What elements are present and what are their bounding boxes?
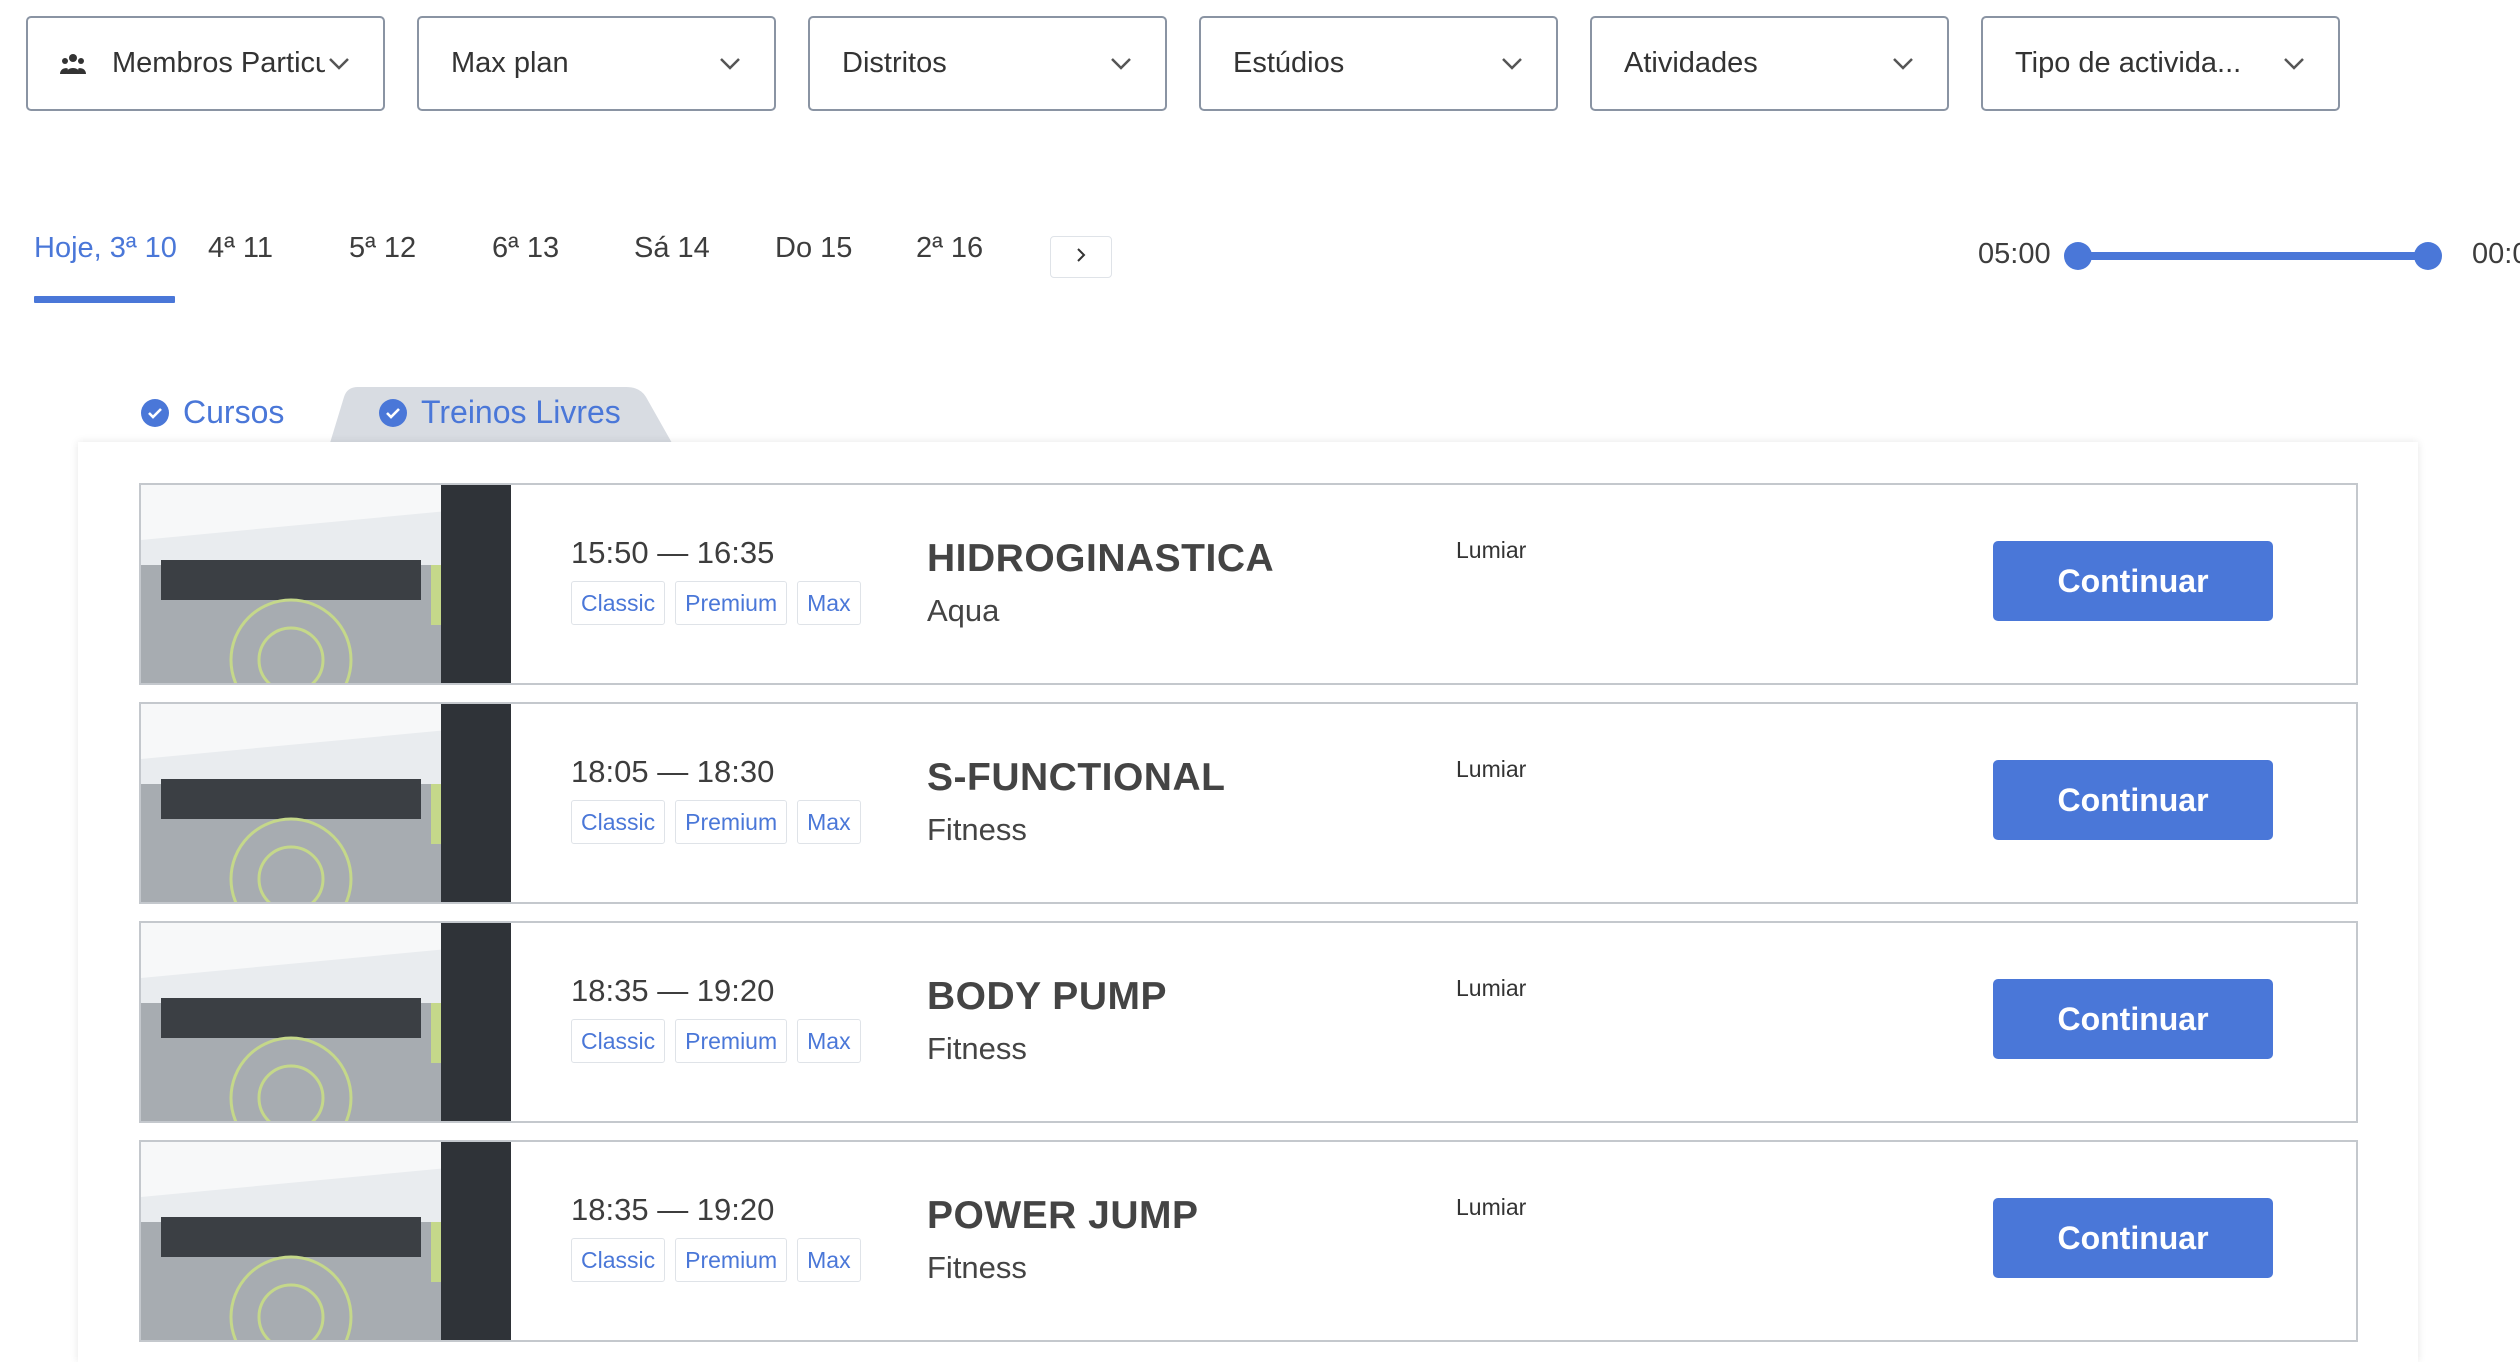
plan-badge-premium: Premium <box>675 800 788 844</box>
chevron-down-icon <box>325 57 353 71</box>
range-end-label: 00:00 <box>2472 238 2520 270</box>
filter-label: Membros Particula... <box>112 47 325 79</box>
tab-treinos-livres[interactable]: Treinos Livres <box>379 394 621 431</box>
day-tab[interactable]: 4ª 11 <box>208 232 273 265</box>
group-icon <box>60 53 94 75</box>
class-location: Lumiar <box>1456 1194 1527 1220</box>
class-time: 18:35 — 19:20 <box>571 1192 775 1227</box>
tab-label: Cursos <box>183 394 285 430</box>
continue-button[interactable]: Continuar <box>1993 760 2273 840</box>
time-range-slider: 05:00 00:00 <box>1978 232 2520 282</box>
plan-badge-premium: Premium <box>675 581 788 625</box>
class-name: BODY PUMP <box>927 975 1167 1018</box>
continue-button[interactable]: Continuar <box>1993 541 2273 621</box>
class-time: 18:05 — 18:30 <box>571 754 775 789</box>
plan-badges: Classic Premium Max <box>571 1019 861 1063</box>
check-circle-icon <box>141 398 169 427</box>
plan-badges: Classic Premium Max <box>571 800 861 844</box>
chevron-down-icon <box>1498 57 1526 71</box>
chevron-down-icon <box>1107 57 1135 71</box>
plan-badge-max: Max <box>797 581 861 625</box>
class-category: Aqua <box>927 593 1000 628</box>
filter-label: Tipo de activida... <box>2015 47 2242 79</box>
day-tab[interactable]: 5ª 12 <box>349 232 416 265</box>
filter-bar: Membros Particula... Max plan Distritos … <box>26 16 2340 111</box>
next-days-button[interactable] <box>1050 236 1112 278</box>
class-location: Lumiar <box>1456 975 1527 1001</box>
plan-badge-max: Max <box>797 1019 861 1063</box>
class-category: Fitness <box>927 1250 1027 1285</box>
day-tab-today[interactable]: Hoje, 3ª 10 <box>34 232 177 265</box>
class-time: 15:50 — 16:35 <box>571 535 775 570</box>
class-location: Lumiar <box>1456 756 1527 782</box>
filter-label: Atividades <box>1624 47 1758 79</box>
plan-badge-max: Max <box>797 1238 861 1282</box>
filter-label: Distritos <box>842 47 947 79</box>
plan-badge-premium: Premium <box>675 1019 788 1063</box>
class-card: 18:05 — 18:30 Classic Premium Max S-FUNC… <box>139 702 2358 904</box>
plan-badge-premium: Premium <box>675 1238 788 1282</box>
check-circle-icon <box>379 398 407 427</box>
class-category: Fitness <box>927 812 1027 847</box>
class-time: 18:35 — 19:20 <box>571 973 775 1008</box>
class-name: HIDROGINASTICA <box>927 537 1275 580</box>
class-category: Fitness <box>927 1031 1027 1066</box>
studio-filter[interactable]: Estúdios <box>1199 16 1558 111</box>
range-start-handle[interactable] <box>2064 242 2092 270</box>
filter-label: Estúdios <box>1233 47 1345 79</box>
plan-badges: Classic Premium Max <box>571 581 861 625</box>
plan-badge-classic: Classic <box>571 1019 666 1063</box>
range-end-handle[interactable] <box>2414 242 2442 270</box>
plan-badge-classic: Classic <box>571 1238 666 1282</box>
tab-cursos[interactable]: Cursos <box>141 394 284 431</box>
gym-photo <box>141 1142 511 1340</box>
class-name: POWER JUMP <box>927 1194 1199 1237</box>
continue-button[interactable]: Continuar <box>1993 979 2273 1059</box>
chevron-down-icon <box>716 57 744 71</box>
filter-label: Max plan <box>451 47 569 79</box>
range-track[interactable] <box>2078 252 2428 260</box>
plan-badge-classic: Classic <box>571 800 666 844</box>
chevron-down-icon <box>1889 57 1917 71</box>
plan-badge-max: Max <box>797 800 861 844</box>
class-card: 18:35 — 19:20 Classic Premium Max POWER … <box>139 1140 2358 1342</box>
day-tab[interactable]: Do 15 <box>775 232 852 265</box>
class-card: 18:35 — 19:20 Classic Premium Max BODY P… <box>139 921 2358 1123</box>
tab-label: Treinos Livres <box>421 394 621 430</box>
plan-filter[interactable]: Max plan <box>417 16 776 111</box>
day-tab[interactable]: 6ª 13 <box>492 232 559 265</box>
range-start-label: 05:00 <box>1978 238 2051 270</box>
plan-badges: Classic Premium Max <box>571 1238 861 1282</box>
activity-type-filter[interactable]: Tipo de activida... <box>1981 16 2340 111</box>
continue-button[interactable]: Continuar <box>1993 1198 2273 1278</box>
day-tab[interactable]: 2ª 16 <box>916 232 983 265</box>
membership-filter[interactable]: Membros Particula... <box>26 16 385 111</box>
active-day-indicator <box>34 296 175 303</box>
district-filter[interactable]: Distritos <box>808 16 1167 111</box>
chevron-down-icon <box>2280 57 2308 71</box>
day-tab[interactable]: Sá 14 <box>634 232 710 265</box>
class-name: S-FUNCTIONAL <box>927 756 1226 799</box>
chevron-right-icon <box>1075 246 1087 269</box>
plan-badge-classic: Classic <box>571 581 666 625</box>
class-location: Lumiar <box>1456 537 1527 563</box>
class-card: 15:50 — 16:35 Classic Premium Max HIDROG… <box>139 483 2358 685</box>
gym-photo <box>141 485 511 683</box>
activity-filter[interactable]: Atividades <box>1590 16 1949 111</box>
gym-photo <box>141 923 511 1121</box>
gym-photo <box>141 704 511 902</box>
